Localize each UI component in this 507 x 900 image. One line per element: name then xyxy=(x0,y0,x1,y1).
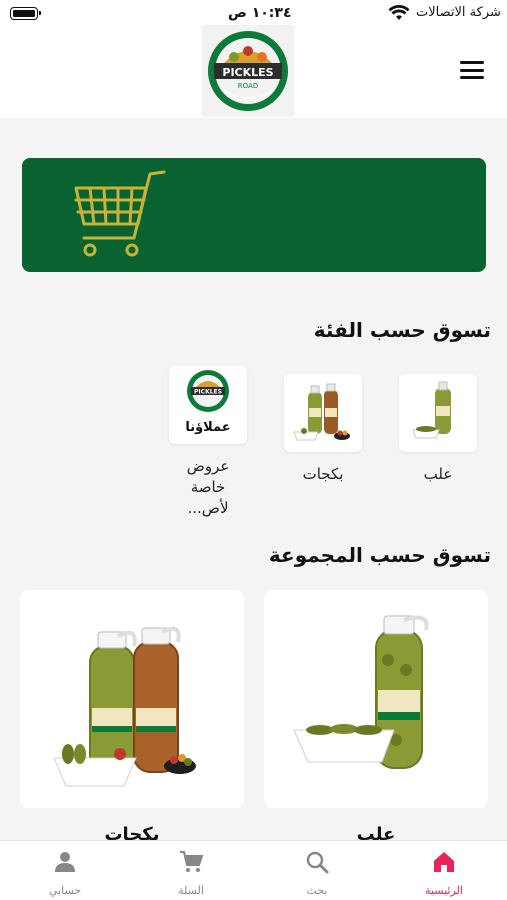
category-cans-thumb xyxy=(399,374,477,452)
search-icon xyxy=(306,851,329,874)
brand-logo[interactable]: PICKLES ROAD xyxy=(202,25,294,117)
collections-section-title: تسوق حسب المجموعة xyxy=(268,543,491,567)
nav-account[interactable]: حسابي xyxy=(2,841,128,900)
status-time: ١٠:٣٤ ص xyxy=(228,5,292,21)
home-icon xyxy=(434,852,454,872)
carrier-name: شركة الاتصالات xyxy=(416,5,501,20)
promo-banner[interactable] xyxy=(22,158,486,272)
status-bar: ١٠:٣٤ ص شركة الاتصالات xyxy=(0,0,507,28)
bottom-navigation: الرئيسية بحث السلة حسابي xyxy=(0,840,507,900)
svg-text:PICKLES: PICKLES xyxy=(194,389,222,396)
person-icon xyxy=(55,852,75,872)
pickle-jar-icon xyxy=(412,381,451,439)
cart-icon xyxy=(180,851,204,872)
nav-cart-label: السلة xyxy=(178,884,204,897)
category-packages-label: بكجات xyxy=(302,465,344,483)
pickle-package-image xyxy=(53,626,196,787)
category-offers-thumb: PICKLES عملاؤنا xyxy=(169,366,247,444)
categories-section-title: تسوق حسب الفئة xyxy=(313,318,491,342)
wifi-icon xyxy=(388,5,410,20)
nav-search[interactable]: بحث xyxy=(254,841,380,900)
nav-cart[interactable]: السلة xyxy=(128,841,254,900)
category-packages[interactable]: بكجات xyxy=(283,374,363,485)
pickle-jar-image xyxy=(293,615,429,769)
collection-cans-card[interactable] xyxy=(264,590,488,808)
logo-emblem-icon: PICKLES عملاؤنا xyxy=(185,370,231,435)
nav-home-label: الرئيسية xyxy=(425,884,463,897)
category-packages-thumb xyxy=(284,374,362,452)
app-header: PICKLES ROAD xyxy=(0,25,507,118)
collection-packages-card[interactable] xyxy=(20,590,244,808)
pickle-package-icon xyxy=(293,383,350,441)
category-cans-label: علب xyxy=(423,465,453,483)
nav-search-label: بحث xyxy=(306,884,328,897)
nav-account-label: حسابي xyxy=(48,884,82,897)
category-offers-label: عروض خاصة لأص... xyxy=(186,457,230,517)
category-customer-offers[interactable]: PICKLES عملاؤنا عروض خاصة لأص... xyxy=(168,366,248,519)
nav-home[interactable]: الرئيسية xyxy=(381,841,507,900)
svg-text:PICKLES: PICKLES xyxy=(222,66,273,79)
battery-icon xyxy=(10,7,41,20)
shopping-cart-icon xyxy=(74,170,166,257)
hamburger-menu-icon[interactable] xyxy=(460,61,484,81)
logo-emblem-icon: PICKLES ROAD xyxy=(208,31,288,111)
svg-text:ROAD: ROAD xyxy=(238,82,258,90)
category-cans[interactable]: علب xyxy=(398,374,478,485)
svg-text:عملاؤنا: عملاؤنا xyxy=(185,420,230,435)
